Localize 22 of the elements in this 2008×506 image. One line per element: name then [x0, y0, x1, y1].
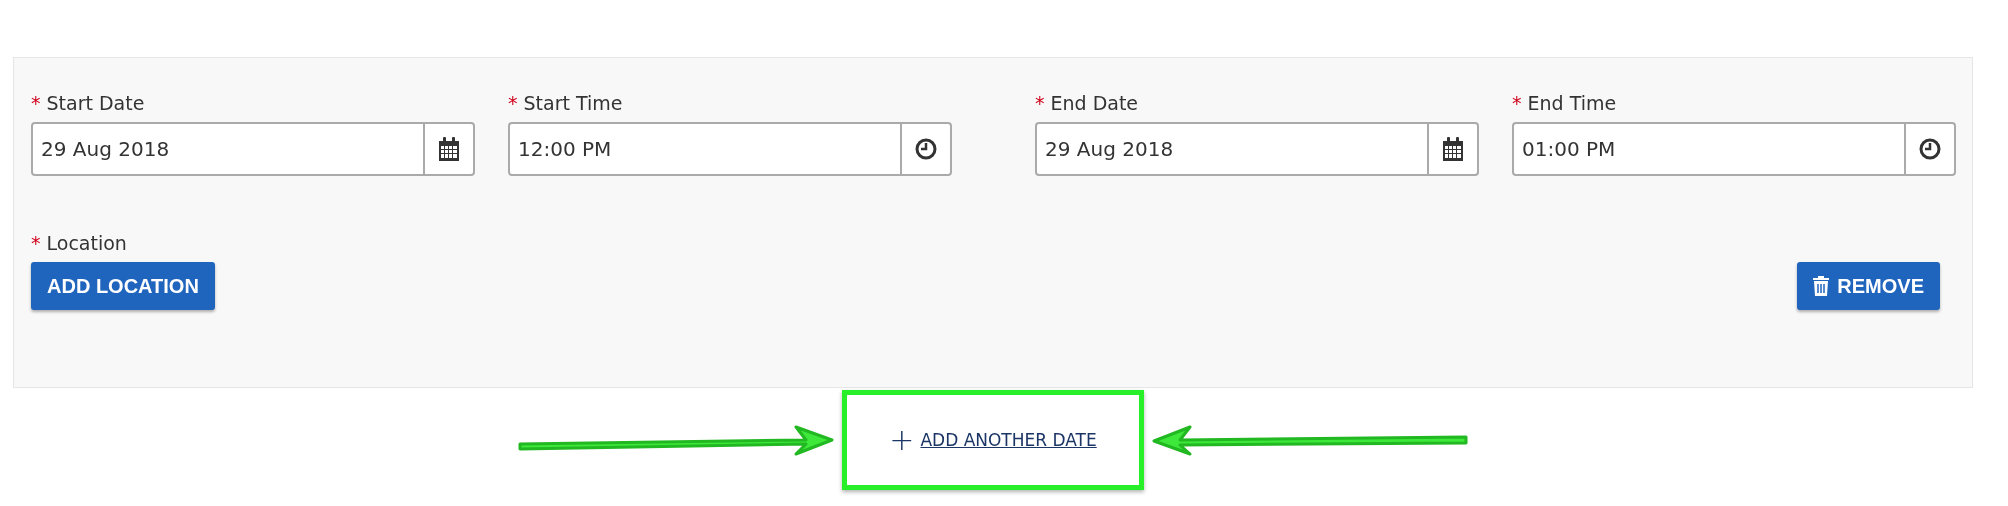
date-field[interactable]: 29 Aug 2018	[31, 122, 475, 176]
clock-icon	[1919, 138, 1941, 160]
add-another-date-link[interactable]: + ADD ANOTHER DATE	[889, 425, 1097, 455]
required-mark: *	[1035, 92, 1045, 114]
calendar-icon	[1442, 137, 1464, 161]
clock-icon	[915, 138, 937, 160]
time-field[interactable]: 12:00 PM	[508, 122, 952, 176]
calendar-icon	[438, 137, 460, 161]
required-mark: *	[31, 232, 41, 254]
remove-button[interactable]: REMOVE	[1797, 262, 1940, 310]
required-mark: *	[31, 92, 41, 114]
field-label: Location	[46, 232, 127, 254]
required-mark: *	[508, 92, 518, 114]
date-field[interactable]: 29 Aug 2018	[1035, 122, 1479, 176]
time-field[interactable]: 01:00 PM	[1512, 122, 1956, 176]
trash-icon	[1813, 276, 1830, 296]
field-label: End Time	[1527, 92, 1617, 114]
add-location-button[interactable]: ADD LOCATION	[31, 262, 215, 310]
field-label: Start Time	[523, 92, 623, 114]
required-mark: *	[1512, 92, 1522, 114]
field-label: Start Date	[46, 92, 145, 114]
field-label: End Date	[1050, 92, 1139, 114]
